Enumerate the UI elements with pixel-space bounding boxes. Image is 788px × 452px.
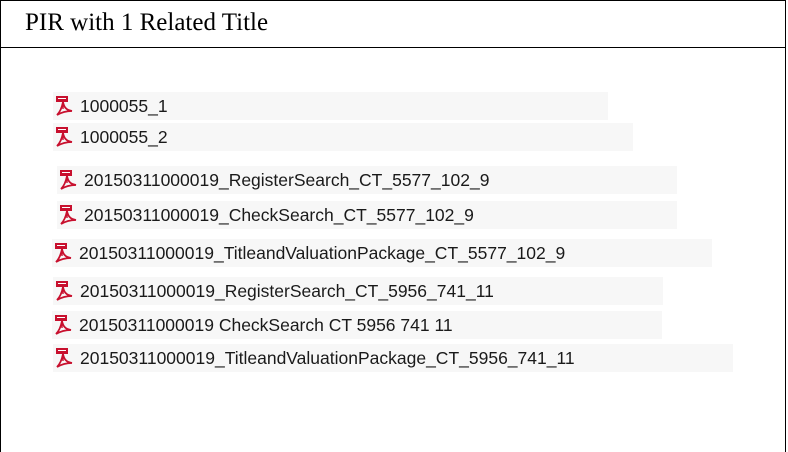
- pdf-icon: [53, 126, 75, 148]
- file-list-item[interactable]: 20150311000019_TitleandValuationPackage_…: [52, 239, 712, 267]
- file-name: 20150311000019_CheckSearch_CT_5577_102_9: [84, 205, 474, 225]
- document-table: PIR with 1 Related Title 1000055_1 10000…: [0, 0, 786, 452]
- pdf-icon: [57, 169, 79, 191]
- pdf-icon: [53, 95, 75, 117]
- pdf-icon: [52, 314, 74, 336]
- file-list-item[interactable]: 20150311000019_TitleandValuationPackage_…: [53, 344, 733, 372]
- pdf-icon: [57, 204, 79, 226]
- pdf-icon: [53, 280, 75, 302]
- file-list-item[interactable]: 1000055_1: [53, 92, 608, 120]
- table-header-title: PIR with 1 Related Title: [1, 1, 785, 48]
- file-list-item[interactable]: 20150311000019_CheckSearch_CT_5577_102_9: [57, 201, 677, 229]
- file-name: 20150311000019_TitleandValuationPackage_…: [80, 348, 575, 368]
- pdf-icon: [53, 347, 75, 369]
- pdf-icon: [52, 242, 74, 264]
- file-name: 20150311000019_RegisterSearch_CT_5956_74…: [80, 281, 494, 301]
- file-name: 1000055_1: [80, 96, 168, 116]
- file-name: 20150311000019 CheckSearch CT 5956 741 1…: [79, 315, 453, 335]
- file-list-item[interactable]: 20150311000019_RegisterSearch_CT_5956_74…: [53, 277, 663, 305]
- file-name: 1000055_2: [80, 127, 168, 147]
- file-list-item[interactable]: 20150311000019 CheckSearch CT 5956 741 1…: [52, 311, 662, 339]
- file-name: 20150311000019_RegisterSearch_CT_5577_10…: [84, 170, 490, 190]
- file-list-item[interactable]: 20150311000019_RegisterSearch_CT_5577_10…: [57, 166, 677, 194]
- file-name: 20150311000019_TitleandValuationPackage_…: [79, 243, 566, 263]
- file-list-item[interactable]: 1000055_2: [53, 123, 633, 151]
